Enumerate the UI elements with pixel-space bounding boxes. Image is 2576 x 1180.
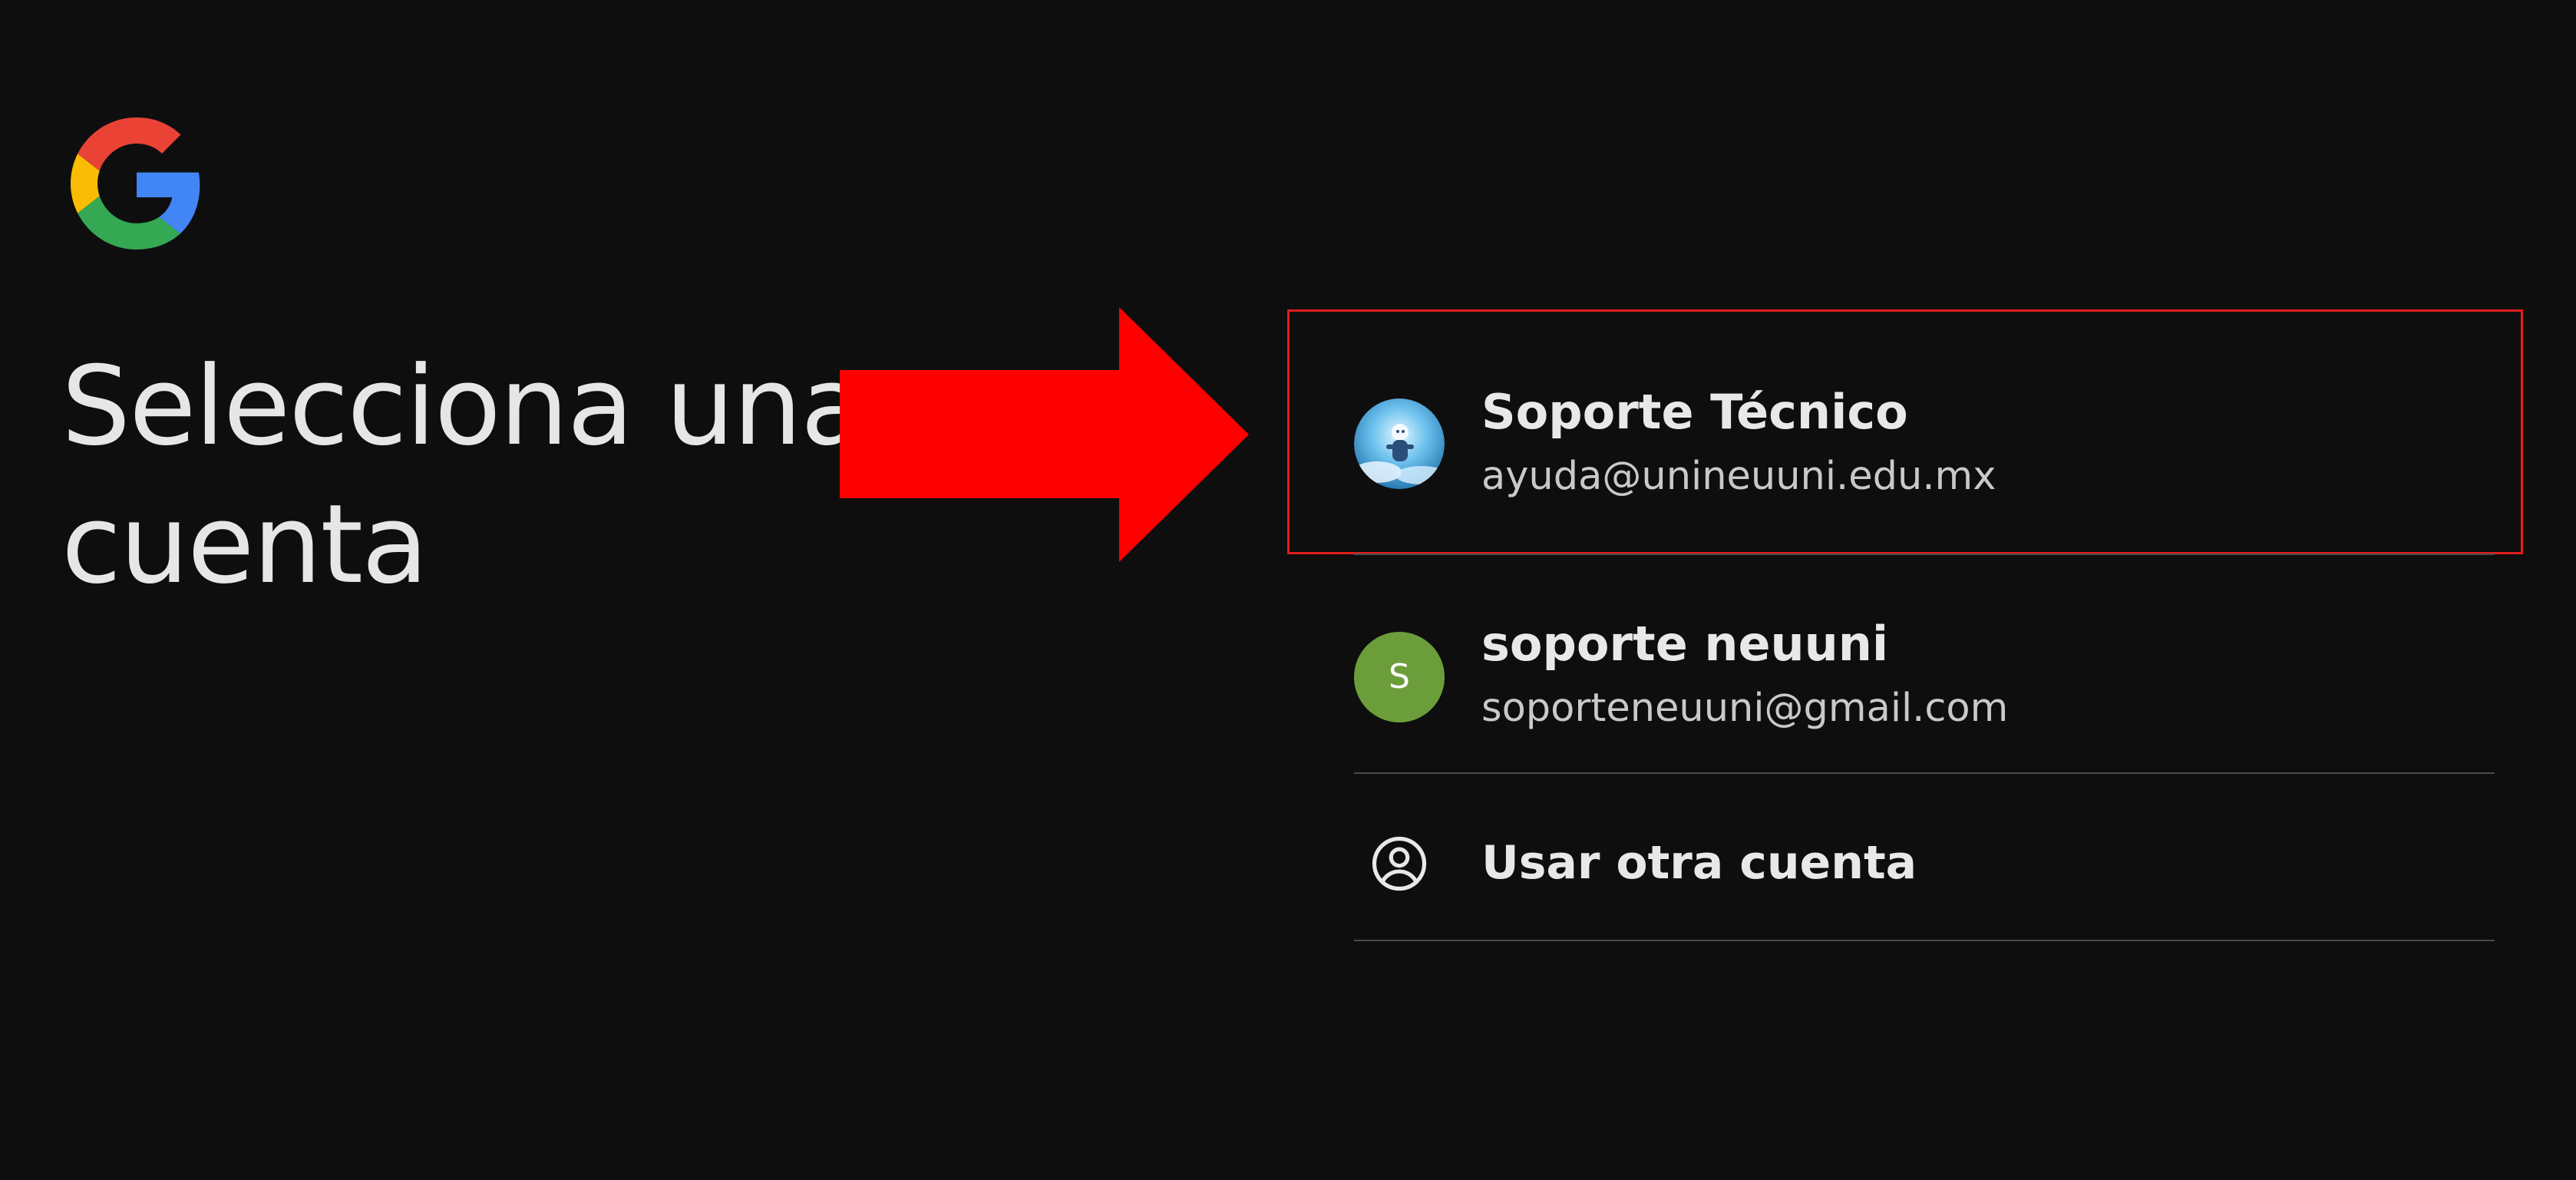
account-name: Soporte Técnico (1481, 384, 1908, 440)
account-email: ayuda@unineuuni.edu.mx (1481, 454, 1996, 499)
google-logo-icon (71, 117, 200, 250)
avatar: S (1354, 632, 1445, 722)
account-name: soporte neuuni (1481, 616, 1889, 672)
profile-photo-icon (1354, 398, 1445, 489)
use-another-account-label: Usar otra cuenta (1481, 836, 1917, 890)
account-list: Soporte Técnico ayuda@unineuuni.edu.mx S… (1354, 309, 2495, 941)
annotation-arrow-icon (840, 307, 1249, 562)
account-item-soporte-neuuni[interactable]: S soporte neuuni soporteneuuni@gmail.com (1354, 555, 2495, 774)
avatar (1354, 398, 1445, 489)
account-item-soporte-tecnico[interactable]: Soporte Técnico ayuda@unineuuni.edu.mx (1354, 309, 2495, 555)
account-circle-icon (1372, 836, 1427, 891)
account-chooser-page: Selecciona una cuenta Soporte Técnico ay… (0, 0, 2576, 1180)
account-email: soporteneuuni@gmail.com (1481, 686, 2009, 731)
page-title: Selecciona una cuenta (61, 343, 867, 608)
use-another-account-button[interactable]: Usar otra cuenta (1354, 774, 2495, 941)
